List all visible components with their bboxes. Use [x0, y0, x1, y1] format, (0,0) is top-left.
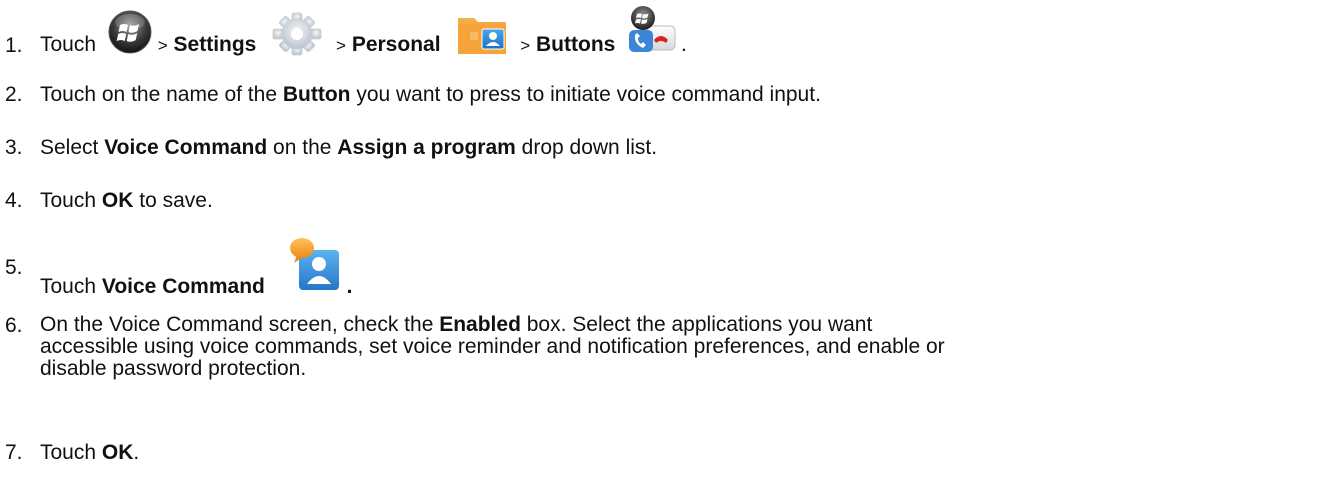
voice-command-icon	[289, 236, 341, 298]
step-end: .	[133, 441, 140, 464]
step-number: 4.	[5, 189, 23, 212]
step-number: 7.	[5, 441, 23, 464]
step-text: on the	[273, 136, 332, 159]
ok-term: OK	[101, 189, 134, 212]
step-text: drop down list.	[521, 136, 658, 159]
buttons-phone-icon	[627, 4, 677, 60]
step-number: 3.	[5, 136, 23, 159]
step-text: Touch	[40, 441, 97, 464]
voice-command-term: Voice Command	[104, 136, 268, 159]
step-end: .	[346, 274, 353, 298]
step-number: 6.	[5, 314, 23, 337]
step-number: 2.	[5, 83, 23, 106]
step-line: accessible using voice commands, set voi…	[40, 335, 945, 358]
separator: >	[336, 35, 346, 55]
personal-label: Personal	[351, 32, 441, 56]
step-text: Touch on the name of the	[40, 83, 277, 106]
step-number: 1.	[5, 34, 23, 57]
step-text: On the Voice Command screen, check the	[40, 313, 434, 336]
windows-start-icon	[108, 10, 152, 60]
settings-gear-icon	[270, 12, 324, 62]
step-text: Select	[40, 136, 99, 159]
step-text: to save.	[139, 189, 213, 212]
button-term: Button	[282, 83, 351, 106]
step-text: box. Select the applications you want	[526, 313, 873, 336]
personal-folder-icon	[456, 12, 508, 62]
assign-program-term: Assign a program	[337, 136, 516, 159]
step-line: disable password protection.	[40, 357, 307, 380]
step-text: Touch	[40, 32, 97, 56]
step-text: Touch	[40, 189, 97, 212]
buttons-label: Buttons	[536, 32, 616, 56]
separator: >	[157, 35, 168, 55]
step-text: Touch	[40, 274, 97, 298]
step-line: On the Voice Command screen, check the E…	[40, 314, 1318, 336]
step-number: 5.	[5, 256, 23, 279]
voice-command-term: Voice Command	[101, 274, 265, 298]
separator: >	[520, 35, 531, 55]
ok-term: OK	[101, 441, 134, 464]
settings-label: Settings	[173, 32, 257, 56]
step-text: you want to press to initiate voice comm…	[356, 83, 821, 106]
enabled-term: Enabled	[439, 313, 521, 336]
step-end: .	[681, 32, 687, 56]
